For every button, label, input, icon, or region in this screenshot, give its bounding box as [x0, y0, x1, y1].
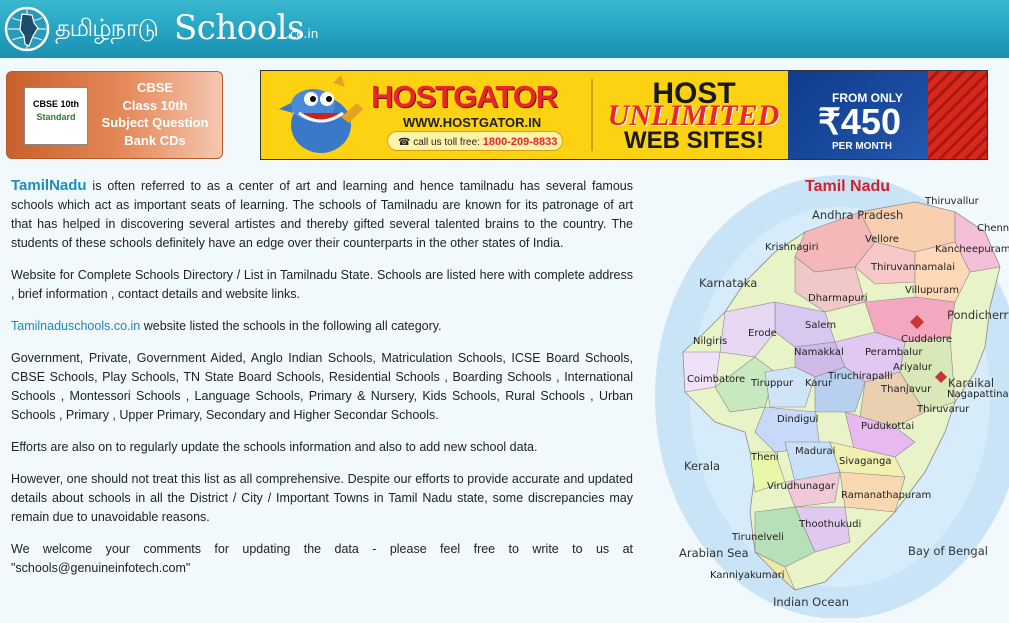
district-ariyalur[interactable]: Ariyalur: [893, 362, 932, 373]
cbse-ad-text: CBSE Class 10th Subject Question Bank CD…: [95, 79, 215, 149]
label-karnataka: Karnataka: [699, 276, 758, 290]
district-cuddalore[interactable]: Cuddalore: [901, 334, 952, 345]
district-madurai[interactable]: Madurai: [795, 446, 835, 457]
cbse-book-title: CBSE 10th: [32, 99, 79, 109]
label-andhra-pradesh: Andhra Pradesh: [812, 208, 904, 222]
label-karaikal: Karaikal: [948, 376, 995, 390]
district-thiruvarur[interactable]: Thiruvarur: [917, 404, 969, 415]
phone-icon: ☎: [398, 137, 411, 148]
district-thiruvannamalai[interactable]: Thiruvannamalai: [871, 262, 955, 273]
intro-content: TamilNadu is often referred to as a cent…: [11, 176, 633, 591]
call-number: 1800-209-8833: [482, 136, 558, 148]
price-amount: ₹450: [818, 101, 901, 142]
cbse-ad-line: Class 10th: [122, 97, 188, 113]
para1-text: is often referred to as a center of art …: [11, 179, 633, 250]
district-krishnagiri[interactable]: Krishnagiri: [765, 242, 818, 253]
site-header: தமிழ்நாடு Schools .co.in: [0, 0, 1009, 58]
label-kerala: Kerala: [684, 459, 721, 473]
cbse-ad-line: Subject Question: [101, 115, 209, 130]
cbse-ad-line: CBSE: [136, 80, 174, 95]
district-villupuram[interactable]: Villupuram: [905, 285, 959, 296]
category-intro-paragraph: Tamilnaduschools.co.in website listed th…: [11, 317, 633, 336]
label-pondicherry: Pondicherry: [947, 308, 1009, 322]
price-per-label: PER MONTH: [832, 141, 892, 152]
label-indian-ocean: Indian Ocean: [773, 595, 849, 609]
hostgator-banner-ad[interactable]: HOSTGATOR WWW.HOSTGATOR.IN ☎ call us tol…: [260, 70, 988, 160]
district-tiruppur[interactable]: Tiruppur: [751, 378, 793, 389]
disclaimer-paragraph: However, one should not treat this list …: [11, 472, 633, 524]
district-vellore[interactable]: Vellore: [865, 234, 899, 245]
district-erode[interactable]: Erode: [748, 328, 777, 339]
tamil-nadu-map[interactable]: Tamil Nadu Andhra Pradesh Karnataka Kera…: [655, 172, 1009, 618]
district-pudukottai[interactable]: Pudukottai: [861, 421, 914, 432]
district-tirunelveli[interactable]: Tirunelveli: [732, 532, 784, 543]
district-thiruvallur[interactable]: Thiruvallur: [925, 196, 979, 207]
district-dindigul[interactable]: Dindigul: [777, 414, 818, 425]
contact-paragraph: We welcome your comments for updating th…: [11, 542, 633, 575]
district-salem[interactable]: Salem: [805, 320, 836, 331]
district-thanjavur[interactable]: Thanjavur: [881, 384, 931, 395]
para3-text: website listed the schools in the follow…: [140, 319, 442, 333]
district-theni[interactable]: Theni: [751, 452, 779, 463]
category-list-paragraph: Government, Private, Government Aided, A…: [11, 351, 633, 422]
district-nilgiris[interactable]: Nilgiris: [693, 336, 727, 347]
district-thoothukudi[interactable]: Thoothukudi: [799, 519, 861, 530]
district-tiruchirapalli[interactable]: Tiruchirapalli: [828, 371, 893, 382]
call-label: call us toll free:: [413, 137, 480, 148]
lead-word: TamilNadu: [11, 177, 87, 194]
district-namakkal[interactable]: Namakkal: [794, 347, 844, 358]
gator-mascot-icon: [279, 75, 363, 153]
label-nagapattinam: Nagapattinam: [947, 389, 1009, 400]
hostgator-brand: HOSTGATOR: [371, 79, 558, 114]
district-coimbatore[interactable]: Coimbatore: [687, 374, 745, 385]
banner-divider: [591, 79, 593, 151]
cbse-ad-line: Bank CDs: [124, 132, 186, 148]
keyboard-graphic: [928, 71, 987, 159]
cbse-book-cover-icon: CBSE 10th Standard: [24, 87, 88, 145]
globe-logo-icon[interactable]: [4, 6, 50, 52]
intro-paragraph: TamilNadu is often referred to as a cent…: [11, 176, 633, 253]
district-dharmapuri[interactable]: Dharmapuri: [808, 293, 868, 304]
logo-schools-text[interactable]: Schools: [174, 8, 305, 48]
district-kanniyakumari[interactable]: Kanniyakumari: [710, 570, 785, 581]
hostgator-call-pill: ☎ call us toll free: 1800-209-8833: [387, 131, 563, 151]
logo-tamil-text[interactable]: தமிழ்நாடு: [55, 14, 159, 45]
district-kancheepuram[interactable]: Kancheepuram: [935, 244, 1009, 255]
district-virudhunagar[interactable]: Virudhunagar: [767, 481, 835, 492]
directory-paragraph: Website for Complete Schools Directory /…: [11, 268, 633, 301]
district-perambalur[interactable]: Perambalur: [865, 347, 923, 358]
cbse-cd-ad[interactable]: CBSE 10th Standard CBSE Class 10th Subje…: [6, 71, 223, 159]
map-title: Tamil Nadu: [805, 178, 891, 195]
update-paragraph: Efforts are also on to regularly update …: [11, 440, 538, 454]
label-bay-of-bengal: Bay of Bengal: [908, 544, 988, 558]
logo-domain-suffix[interactable]: .co.in: [286, 27, 318, 41]
district-chennai[interactable]: Chennai: [977, 223, 1009, 234]
headline-websites: WEB SITES!: [623, 127, 764, 154]
hostgator-url: WWW.HOSTGATOR.IN: [403, 115, 542, 130]
district-ramanathapuram[interactable]: Ramanathapuram: [841, 490, 931, 501]
label-arabian-sea: Arabian Sea: [679, 546, 749, 560]
site-link[interactable]: Tamilnaduschools.co.in: [11, 319, 140, 333]
cbse-book-subtitle: Standard: [36, 112, 76, 122]
district-sivaganga[interactable]: Sivaganga: [839, 456, 891, 467]
